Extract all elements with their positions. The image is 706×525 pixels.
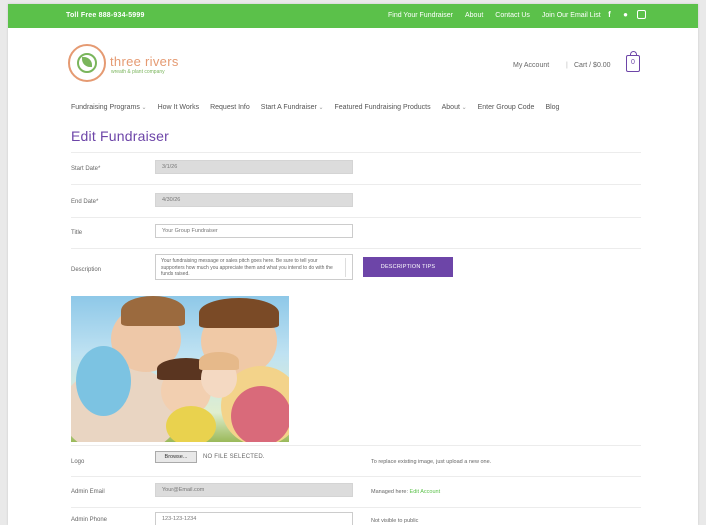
description-tips-button[interactable]: DESCRIPTION TIPS [363, 257, 453, 277]
admin-email-note: Managed here: Edit Account [371, 489, 440, 495]
top-links: Find Your Fundraiser About Contact Us Jo… [388, 12, 601, 19]
admin-email-row: Admin Email Your@Email.com Managed here:… [71, 476, 641, 507]
managed-here-text: Managed here: [371, 489, 408, 495]
title-row: Title Your Group Fundraiser [71, 217, 641, 248]
description-textarea[interactable]: Your fundraising message or sales pitch … [155, 254, 353, 280]
cart-link[interactable]: Cart / $0.00 [574, 62, 611, 69]
description-row: Description Your fundraising message or … [71, 248, 641, 289]
nav-start-fundraiser[interactable]: Start A Fundraiser [261, 104, 324, 111]
fundraiser-photo [71, 296, 289, 442]
start-date-label: Start Date* [71, 166, 101, 172]
main-nav: Fundraising Programs How It Works Reques… [71, 104, 559, 111]
browse-button[interactable]: Browse... [155, 451, 197, 463]
nav-fundraising-programs[interactable]: Fundraising Programs [71, 104, 147, 111]
top-bar: Toll Free 888-934-5999 Find Your Fundrai… [8, 4, 698, 28]
nav-about[interactable]: About [442, 104, 467, 111]
title-label: Title [71, 230, 83, 236]
admin-phone-note: Not visible to public [371, 518, 419, 524]
logo-name: three rivers [110, 54, 179, 69]
cart-icon[interactable]: 0 [626, 51, 640, 72]
facebook-icon[interactable]: f [605, 9, 614, 20]
end-date-row: End Date* 4/30/26 [71, 184, 641, 217]
site-logo[interactable]: three rivers wreath & plant company [68, 42, 218, 86]
page-title: Edit Fundraiser [71, 128, 169, 144]
no-file-selected: NO FILE SELECTED. [203, 454, 265, 460]
page-frame: Toll Free 888-934-5999 Find Your Fundrai… [8, 4, 698, 525]
admin-email-field[interactable]: Your@Email.com [155, 483, 353, 497]
admin-phone-row: Admin Phone 123-123-1234 Not visible to … [71, 507, 641, 525]
my-account-link[interactable]: My Account [513, 62, 549, 69]
title-field[interactable]: Your Group Fundraiser [155, 224, 353, 238]
start-date-row: Start Date* 3/1/26 [71, 152, 641, 183]
logo-row: Logo Browse... NO FILE SELECTED. To repl… [71, 445, 641, 476]
admin-phone-label: Admin Phone [71, 517, 108, 523]
top-link-contact[interactable]: Contact Us [495, 12, 530, 19]
toll-free-phone[interactable]: Toll Free 888-934-5999 [66, 12, 145, 19]
nav-blog[interactable]: Blog [545, 104, 559, 111]
logo-emblem-icon [68, 44, 106, 82]
start-date-field[interactable]: 3/1/26 [155, 160, 353, 174]
social-icons: f ● [605, 9, 646, 20]
end-date-field[interactable]: 4/30/26 [155, 193, 353, 207]
top-link-email-list[interactable]: Join Our Email List [542, 12, 601, 19]
nav-request-info[interactable]: Request Info [210, 104, 250, 111]
logo-note: To replace existing image, just upload a… [371, 459, 492, 465]
nav-featured-products[interactable]: Featured Fundraising Products [335, 104, 431, 111]
textarea-scrollbar[interactable] [345, 258, 350, 277]
description-label: Description [71, 267, 102, 273]
nav-how-it-works[interactable]: How It Works [158, 104, 200, 111]
instagram-icon[interactable] [637, 10, 646, 19]
logo-label: Logo [71, 459, 85, 465]
end-date-label: End Date* [71, 199, 99, 205]
edit-account-link[interactable]: Edit Account [410, 489, 441, 495]
logo-tagline: wreath & plant company [111, 69, 165, 75]
admin-email-label: Admin Email [71, 489, 105, 495]
description-text: Your fundraising message or sales pitch … [161, 258, 333, 277]
nav-enter-group-code[interactable]: Enter Group Code [478, 104, 535, 111]
header-divider: | [566, 62, 568, 69]
top-link-about[interactable]: About [465, 12, 483, 19]
admin-phone-field[interactable]: 123-123-1234 [155, 512, 353, 525]
top-link-find-fundraiser[interactable]: Find Your Fundraiser [388, 12, 453, 19]
pinterest-icon[interactable]: ● [621, 9, 630, 20]
